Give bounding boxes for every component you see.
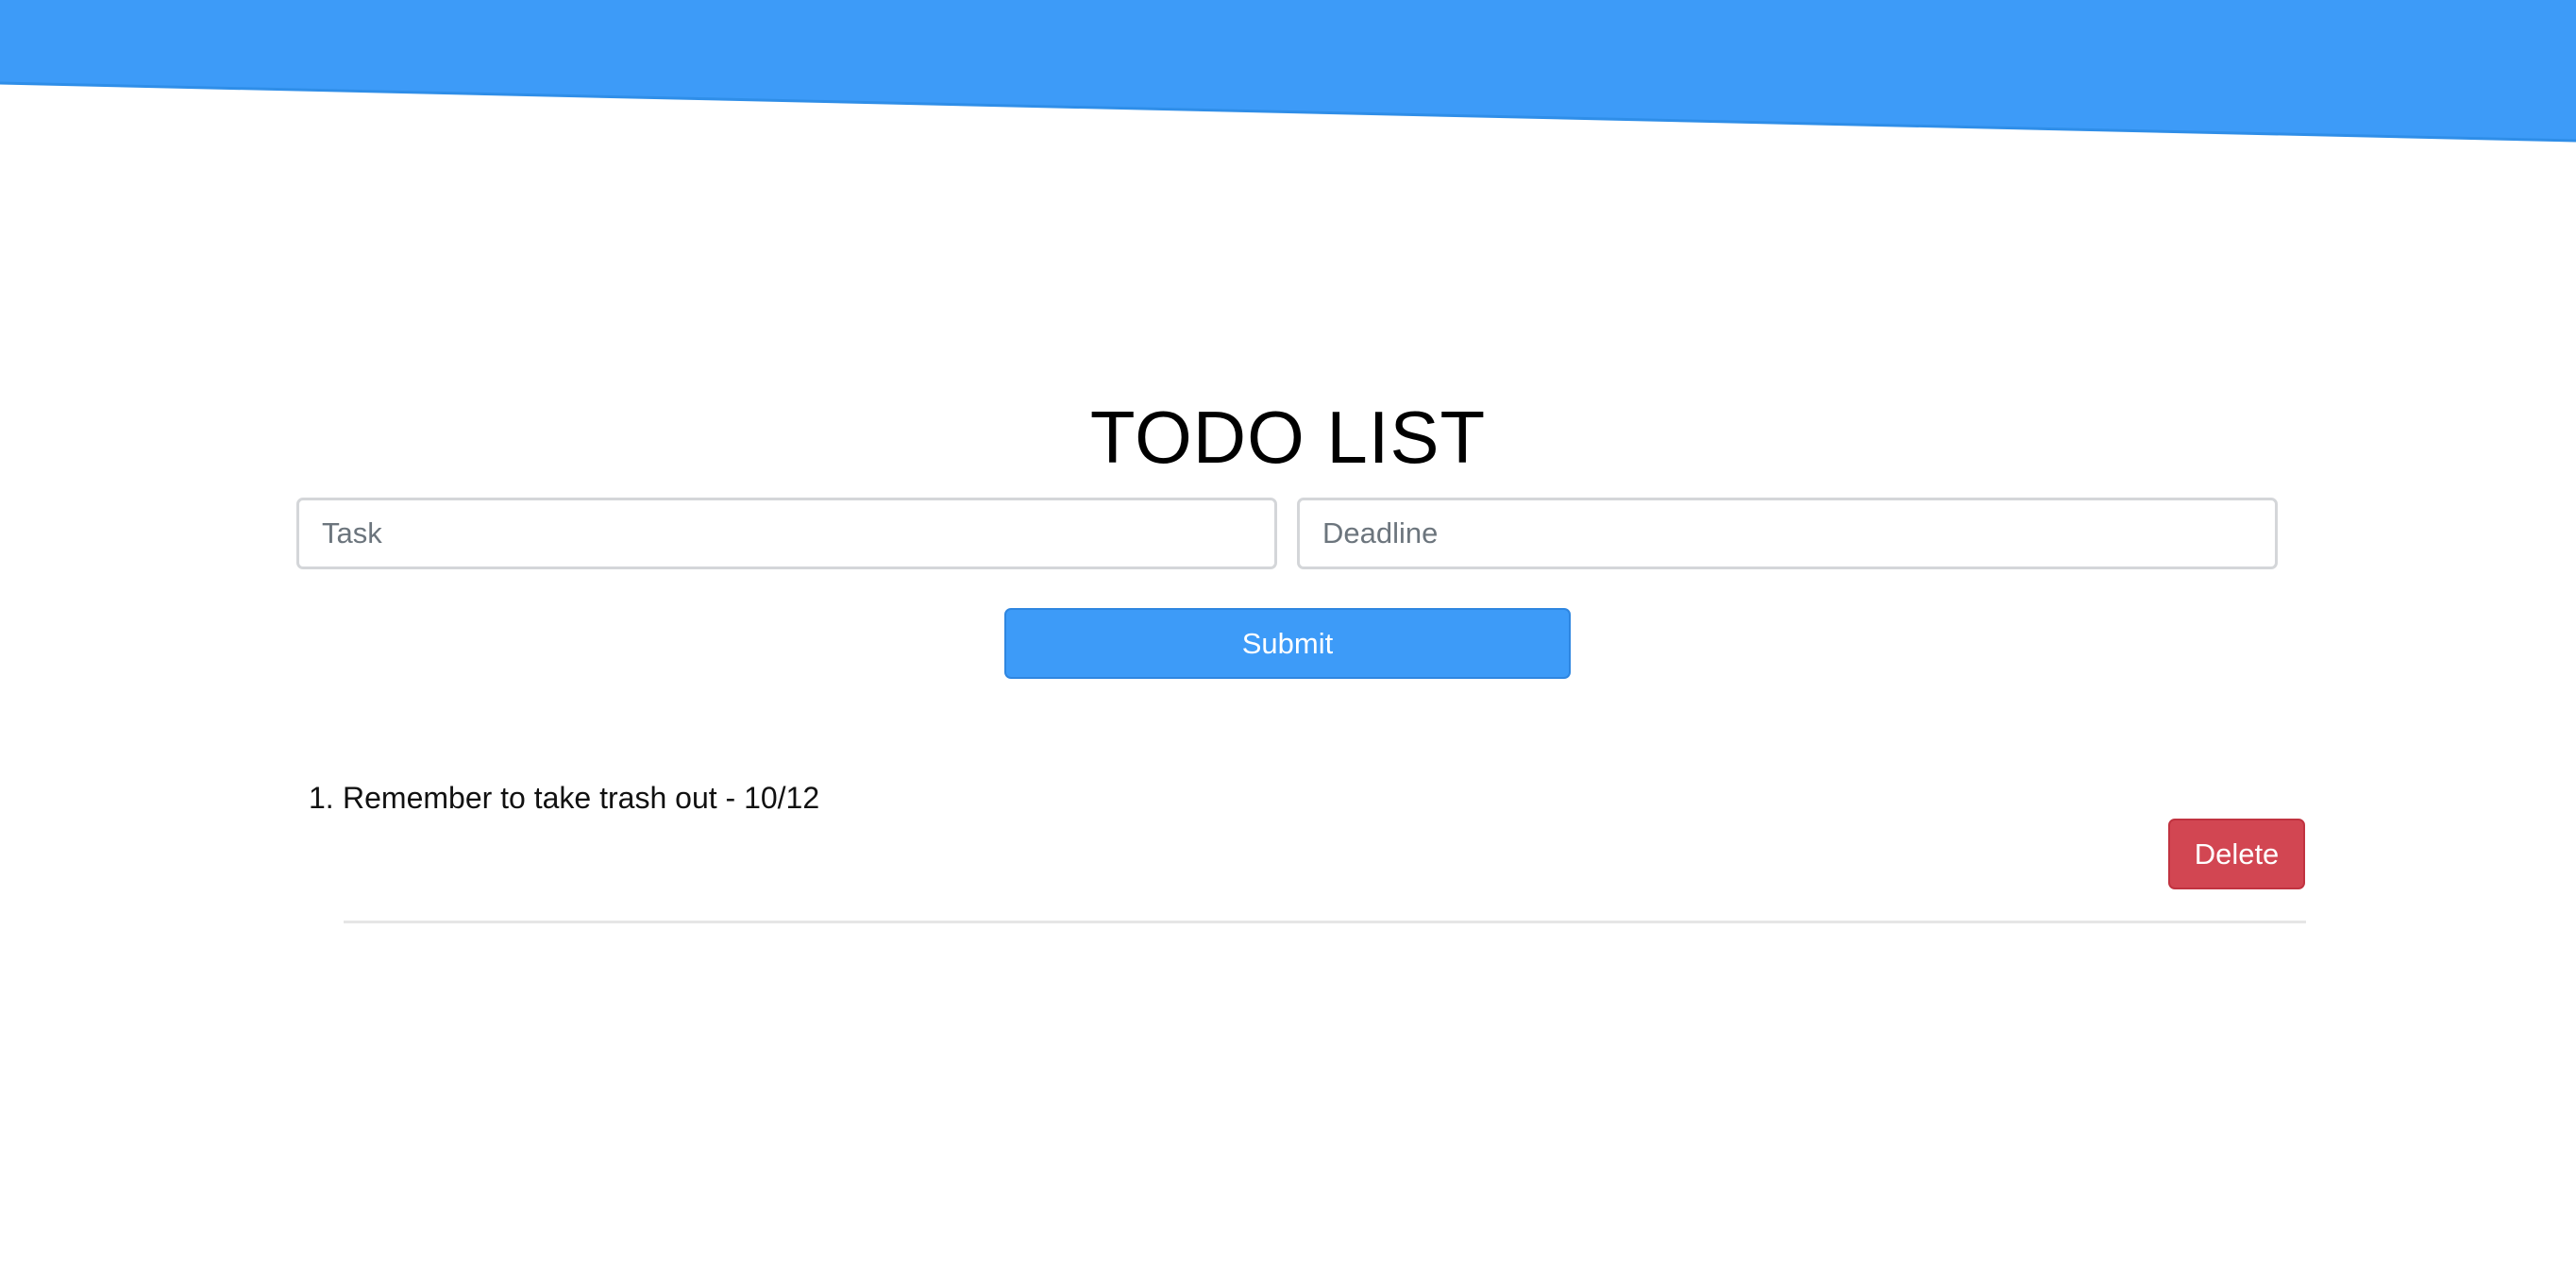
submit-button[interactable]: Submit <box>1004 608 1571 679</box>
todo-item-number: 1. <box>309 781 334 815</box>
todo-item-text: Remember to take trash out - 10/12 <box>343 781 820 815</box>
delete-button[interactable]: Delete <box>2168 819 2305 889</box>
deadline-input[interactable] <box>1297 498 2278 569</box>
todo-item-divider <box>344 921 2306 923</box>
todo-list: 1. Remember to take trash out - 10/12 De… <box>309 774 2306 923</box>
todo-item: 1. Remember to take trash out - 10/12 De… <box>309 774 2306 923</box>
todo-page: TODO LIST Submit 1. Remember to take tra… <box>0 0 2576 1285</box>
header-banner <box>0 0 2576 146</box>
page-title: TODO LIST <box>1089 396 1487 479</box>
banner-shape <box>0 0 2576 143</box>
task-input[interactable] <box>296 498 1277 569</box>
